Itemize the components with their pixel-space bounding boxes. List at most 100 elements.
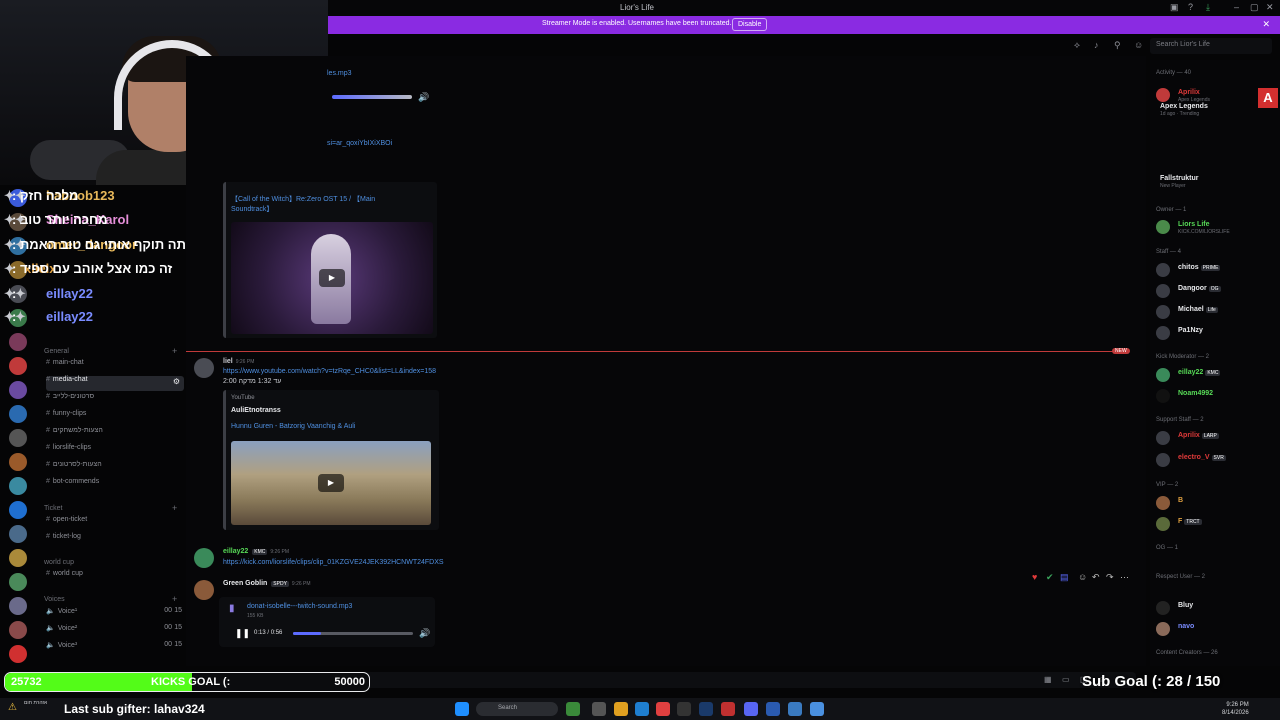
category-ticket[interactable]: Ticket: [44, 505, 62, 512]
reply-icon[interactable]: ↶: [1092, 572, 1100, 583]
minimize-icon[interactable]: –: [1234, 2, 1239, 12]
server-icon[interactable]: [9, 429, 27, 447]
start-icon[interactable]: [455, 702, 469, 716]
play-icon[interactable]: ▶: [319, 269, 345, 287]
audio-progress-bar[interactable]: [332, 95, 412, 99]
message-link[interactable]: si=ar_qoxiYbIXiXBOi: [327, 140, 392, 147]
channel-world-cup[interactable]: # world cup: [46, 570, 184, 585]
app-icon[interactable]: [566, 702, 580, 716]
member-row[interactable]: Dangoor OG: [1154, 282, 1278, 300]
app-icon[interactable]: [788, 702, 802, 716]
server-icon[interactable]: [9, 501, 27, 519]
channel-funny-clips[interactable]: # funny-clips: [46, 410, 184, 425]
member-row[interactable]: navo: [1154, 620, 1278, 638]
member-row[interactable]: Bluy: [1154, 599, 1278, 617]
search-input[interactable]: Search Lior's Life: [1150, 38, 1272, 54]
member-row[interactable]: B: [1154, 494, 1278, 512]
chrome-icon[interactable]: [656, 702, 670, 716]
server-icon[interactable]: [9, 381, 27, 399]
message-author[interactable]: Green Goblin SPDY 9:26 PM: [223, 580, 311, 587]
voice-channel[interactable]: 🔈 Voice³ 00 15: [46, 641, 184, 656]
channel-open-ticket[interactable]: # open-ticket: [46, 516, 184, 531]
edge-icon[interactable]: [635, 702, 649, 716]
attachment-filename[interactable]: les.mp3: [327, 70, 352, 77]
channel-media-chat[interactable]: # media-chat ⚙: [46, 376, 184, 391]
add-reaction-icon[interactable]: ☺: [1078, 572, 1087, 582]
settings-gear-icon[interactable]: ⚙: [173, 377, 180, 386]
gift-icon[interactable]: ▦: [1044, 675, 1052, 684]
discord-icon[interactable]: [744, 702, 758, 716]
member-row[interactable]: Fallstruktur New Player: [1154, 172, 1278, 190]
member-row[interactable]: Liors Life KICK.COM/LIORSLIFE: [1154, 218, 1278, 236]
volume-icon[interactable]: 🔊: [419, 628, 430, 639]
server-icon[interactable]: [9, 597, 27, 615]
server-icon[interactable]: [9, 333, 27, 351]
member-row[interactable]: F TRCT: [1154, 515, 1278, 533]
app-icon[interactable]: ▤: [1060, 572, 1069, 583]
inbox-icon[interactable]: ▣: [1170, 2, 1179, 13]
help-icon[interactable]: ?: [1188, 2, 1193, 12]
steam-icon[interactable]: [699, 702, 713, 716]
taskbar-search[interactable]: Search: [476, 702, 558, 716]
channel-bot-commends[interactable]: # bot-commends: [46, 478, 184, 493]
channel-ticket-log[interactable]: # ticket-log: [46, 533, 184, 548]
disable-streamer-mode-button[interactable]: Disable: [732, 18, 768, 31]
obs-icon[interactable]: [677, 702, 691, 716]
avatar[interactable]: [194, 548, 214, 568]
channel-item[interactable]: # הצעות-למשחקים: [46, 427, 184, 442]
server-icon[interactable]: [9, 621, 27, 639]
gif-icon[interactable]: ▭: [1062, 675, 1070, 684]
channel-item[interactable]: # הצעות-לסרטונים: [46, 461, 184, 476]
category-voices[interactable]: Voices: [44, 596, 65, 603]
channel-liorslife-clips[interactable]: # liorslife-clips: [46, 444, 184, 459]
volume-icon[interactable]: 🔊: [418, 92, 429, 103]
close-banner-icon[interactable]: ✕: [1262, 19, 1270, 30]
server-icon[interactable]: [9, 357, 27, 375]
app-icon[interactable]: [721, 702, 735, 716]
member-list-icon[interactable]: ☺: [1134, 40, 1143, 50]
add-channel-icon[interactable]: +: [172, 503, 177, 513]
member-row[interactable]: electro_V SVR: [1154, 451, 1278, 469]
server-icon[interactable]: [9, 645, 27, 663]
embed-title[interactable]: 【Call of the Witch】Re:Zero OST 15 / 【Mai…: [231, 194, 411, 214]
youtube-link[interactable]: https://www.youtube.com/watch?v=tzRqe_CH…: [223, 368, 436, 375]
add-channel-icon[interactable]: +: [172, 594, 177, 604]
category-world-cup[interactable]: world cup: [44, 559, 74, 566]
member-row[interactable]: Michael Life: [1154, 303, 1278, 321]
kick-clip-link[interactable]: https://kick.com/liorslife/clips/clip_01…: [223, 559, 444, 566]
voice-channel[interactable]: 🔈 Voice¹ 00 15: [46, 607, 184, 622]
maximize-icon[interactable]: ▢: [1250, 2, 1259, 13]
video-thumbnail[interactable]: ▶: [231, 222, 433, 334]
category-general[interactable]: General: [44, 348, 69, 355]
server-icon[interactable]: [9, 549, 27, 567]
avatar[interactable]: [194, 580, 214, 600]
channel-item[interactable]: # סרטונים-ללייב: [46, 393, 184, 408]
weather-widget[interactable]: אזהרת חום: [24, 700, 47, 707]
avatar[interactable]: [194, 358, 214, 378]
member-row[interactable]: eillay22 KMC: [1154, 366, 1278, 384]
pause-icon[interactable]: ❚❚: [235, 628, 250, 639]
file-explorer-icon[interactable]: [592, 702, 606, 716]
threads-icon[interactable]: ⟡: [1074, 40, 1080, 51]
download-icon[interactable]: ⤓: [1206, 2, 1210, 13]
app-icon[interactable]: [810, 702, 824, 716]
message-author[interactable]: eillay22 KMC 9:26 PM: [223, 548, 289, 555]
audio-filename[interactable]: donat-isobelle---twitch-sound.mp3: [247, 603, 352, 610]
server-icon[interactable]: [9, 477, 27, 495]
member-row[interactable]: Aprilix LARP: [1154, 429, 1278, 447]
member-row[interactable]: Noam4992: [1154, 387, 1278, 405]
play-icon[interactable]: ▶: [318, 474, 344, 492]
server-icon[interactable]: [9, 405, 27, 423]
pinned-icon[interactable]: ⚲: [1114, 40, 1121, 51]
app-icon[interactable]: [766, 702, 780, 716]
message-author[interactable]: liel 9:26 PM: [223, 358, 254, 365]
audio-progress-bar[interactable]: [293, 632, 413, 635]
notification-bell-icon[interactable]: ♪: [1094, 40, 1099, 50]
forward-icon[interactable]: ↷: [1106, 572, 1114, 583]
more-options-icon[interactable]: ⋯: [1120, 572, 1129, 583]
check-reaction-icon[interactable]: ✔: [1046, 572, 1054, 583]
system-clock[interactable]: 9:26 PM 8/14/2026: [1222, 701, 1249, 717]
channel-main-chat[interactable]: # main-chat: [46, 359, 184, 374]
server-icon[interactable]: [9, 453, 27, 471]
member-row[interactable]: Apex Legends 1d ago · Trending: [1154, 100, 1278, 118]
